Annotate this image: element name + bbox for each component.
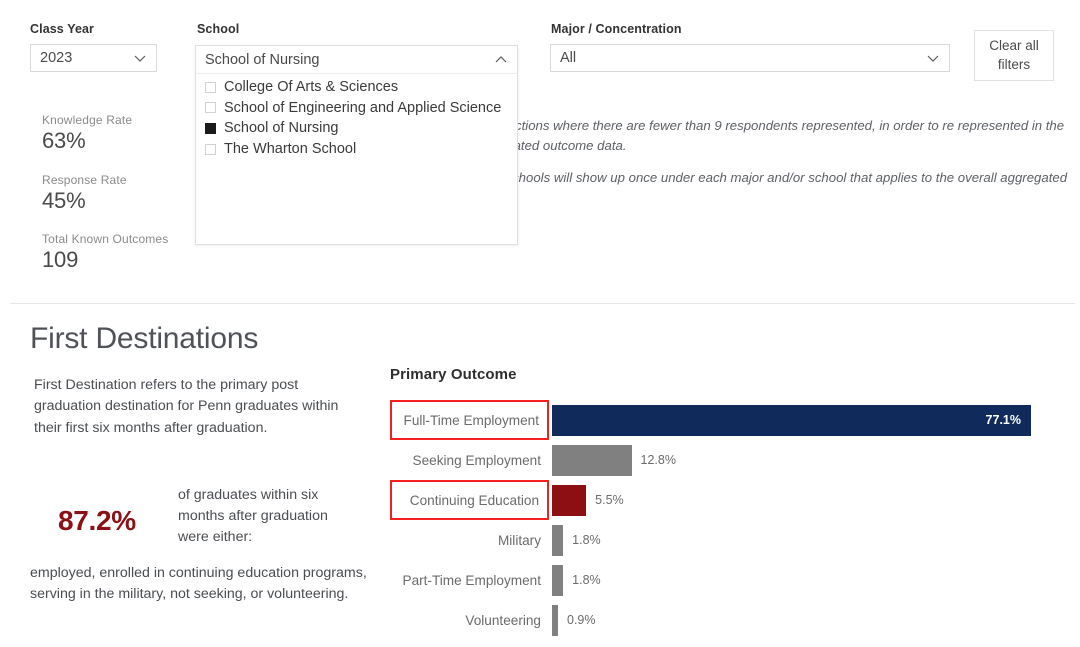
kpi-value: 109 <box>42 247 79 272</box>
major-label: Major / Concentration <box>551 22 682 36</box>
bar-track: 0.9% <box>552 600 596 640</box>
footnote-suppression: s or cross selections where there are fe… <box>430 118 1065 154</box>
clear-filters-line1: Clear all <box>989 38 1039 54</box>
kpi-label: Knowledge Rate <box>42 113 133 127</box>
school-option-list: College Of Arts & Sciences School of Eng… <box>196 74 517 159</box>
clear-filters-line2: filters <box>997 56 1031 72</box>
bar-row[interactable]: Military 1.8% <box>390 520 1080 560</box>
bar-row[interactable]: Full-Time Employment 77.1% <box>390 400 1080 440</box>
bar-track: 1.8% <box>552 560 601 600</box>
bar-track: 5.5% <box>552 480 624 520</box>
chevron-up-icon <box>495 55 507 62</box>
bar-category-label[interactable]: Seeking Employment <box>390 440 549 480</box>
closing-paragraph: employed, enrolled in continuing educati… <box>30 565 367 603</box>
checkbox-icon[interactable] <box>205 143 216 155</box>
bar-value-label: 1.8% <box>572 573 601 587</box>
bar-category-label[interactable]: Continuing Education <box>390 480 549 520</box>
footnote-multiple-schools: rom multiple schools will show up once u… <box>430 170 1068 205</box>
bar[interactable]: 77.1% <box>552 404 1031 436</box>
school-option-label: College Of Arts & Sciences <box>224 79 399 96</box>
school-select-header[interactable]: School of Nursing <box>196 46 517 74</box>
page-title: First Destinations <box>30 322 259 355</box>
kpi-knowledge-rate: Knowledge Rate 63% <box>42 113 132 154</box>
bar[interactable] <box>552 524 564 556</box>
bar[interactable] <box>552 564 564 596</box>
major-value: All <box>560 50 577 66</box>
checkbox-icon[interactable] <box>205 102 216 114</box>
bar[interactable] <box>552 484 587 516</box>
headline-statistic-caption: of graduates within six months after gra… <box>178 487 328 546</box>
school-option[interactable]: School of Nursing <box>196 118 517 139</box>
bar-track: 77.1% <box>552 400 1031 440</box>
bar-category-label[interactable]: Military <box>390 520 549 560</box>
school-option[interactable]: School of Engineering and Applied Scienc… <box>196 98 517 119</box>
school-option[interactable]: The Wharton School <box>196 139 517 160</box>
chevron-down-icon <box>927 55 939 62</box>
bar[interactable] <box>552 444 632 476</box>
bar-value-label: 5.5% <box>595 493 624 507</box>
kpi-value: 45% <box>42 188 86 213</box>
checkbox-icon[interactable] <box>205 81 216 93</box>
school-option-label: School of Engineering and Applied Scienc… <box>224 99 502 116</box>
bar-value-label: 0.9% <box>567 613 596 627</box>
kpi-label: Response Rate <box>42 173 127 187</box>
bar-row[interactable]: Continuing Education 5.5% <box>390 480 1080 520</box>
bar-category-label[interactable]: Full-Time Employment <box>390 400 549 440</box>
checkbox-checked-icon[interactable] <box>205 122 216 134</box>
clear-all-filters-button[interactable]: Clear all filters <box>974 30 1054 81</box>
kpi-label: Total Known Outcomes <box>42 232 169 246</box>
kpi-total-known-outcomes: Total Known Outcomes 109 <box>42 232 168 273</box>
bar-row[interactable]: Seeking Employment 12.8% <box>390 440 1080 480</box>
chevron-down-icon <box>134 55 146 62</box>
school-selected-value: School of Nursing <box>205 51 320 68</box>
bar-category-label[interactable]: Volunteering <box>390 600 549 640</box>
bar-value-label: 12.8% <box>640 453 676 467</box>
bar-track: 12.8% <box>552 440 676 480</box>
primary-outcome-bar-chart: Full-Time Employment 77.1% Seeking Employm… <box>390 400 1080 647</box>
intro-paragraph: First Destination refers to the primary … <box>34 377 339 436</box>
class-year-label: Class Year <box>30 22 95 36</box>
bar-value-label: 77.1% <box>985 413 1021 427</box>
school-option[interactable]: College Of Arts & Sciences <box>196 77 517 98</box>
headline-statistic: 87.2% <box>58 505 136 536</box>
major-select[interactable]: All <box>550 44 950 72</box>
section-divider <box>10 303 1075 304</box>
bar-row[interactable]: Volunteering 0.9% <box>390 600 1080 640</box>
school-option-label: School of Nursing <box>224 120 339 137</box>
bar-category-label[interactable]: Part-Time Employment <box>390 560 549 600</box>
school-label: School <box>197 22 240 36</box>
kpi-value: 63% <box>42 128 86 153</box>
bar-row[interactable]: Part-Time Employment 1.8% <box>390 560 1080 600</box>
class-year-select[interactable]: 2023 <box>30 44 157 72</box>
bar-value-label: 1.8% <box>572 533 601 547</box>
school-multiselect-dropdown[interactable]: School of Nursing College Of Arts & Scie… <box>195 45 518 245</box>
class-year-value: 2023 <box>40 50 73 66</box>
chart-title: Primary Outcome <box>390 366 517 383</box>
school-option-label: The Wharton School <box>224 140 357 157</box>
kpi-response-rate: Response Rate 45% <box>42 173 127 214</box>
bar-track: 1.8% <box>552 520 601 560</box>
